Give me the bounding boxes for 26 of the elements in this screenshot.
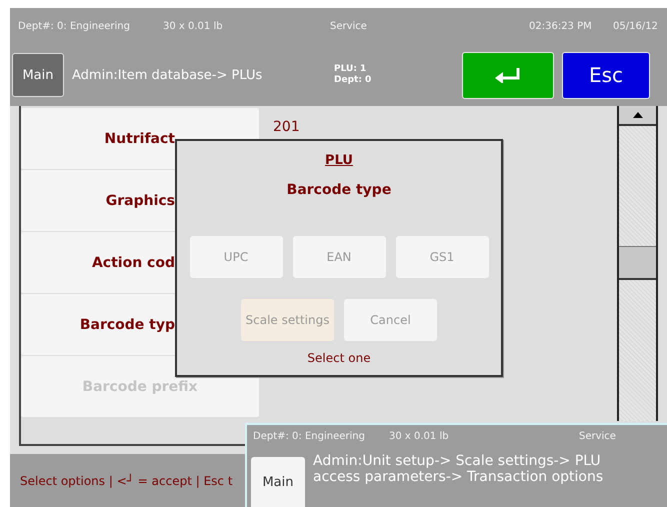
mode-label: Service [579,430,617,442]
mode-label: Service [330,20,368,32]
capacity-label: 30 x 0.01 lb [389,430,450,442]
enter-icon [494,67,522,83]
scroll-up-button[interactable] [619,106,656,126]
enter-button[interactable] [462,52,554,98]
plu-label: PLU: 1 [334,64,368,75]
breadcrumb: Admin:Unit setup-> Scale settings-> PLU access parameters-> Transaction options [313,453,604,485]
main-button[interactable]: Main [251,457,305,507]
scroll-thumb[interactable] [619,246,656,280]
main-button[interactable]: Main [12,53,64,97]
department-label: Dept#: 0: Engineering [18,20,131,32]
capacity-label: 30 x 0.01 lb [163,20,224,32]
date-label: 05/16/12 [613,20,659,32]
scrollbar[interactable] [617,106,658,421]
department-label: Dept#: 0: Engineering [253,430,366,442]
time-label: 02:36:23 PM [529,20,593,32]
prompt-text: Select one [307,351,371,365]
breadcrumb: Admin:Item database-> PLUs [72,68,264,82]
dialog-heading: Barcode type [286,182,392,198]
dialog-title: PLU [325,153,353,168]
field-value: 201 [273,118,300,134]
up-arrow-icon [632,112,642,118]
dept-label: Dept: 0 [334,75,372,86]
escape-button[interactable]: Esc [562,52,650,98]
hint-text: Select options | <┘ = accept | Esc t [20,474,233,488]
